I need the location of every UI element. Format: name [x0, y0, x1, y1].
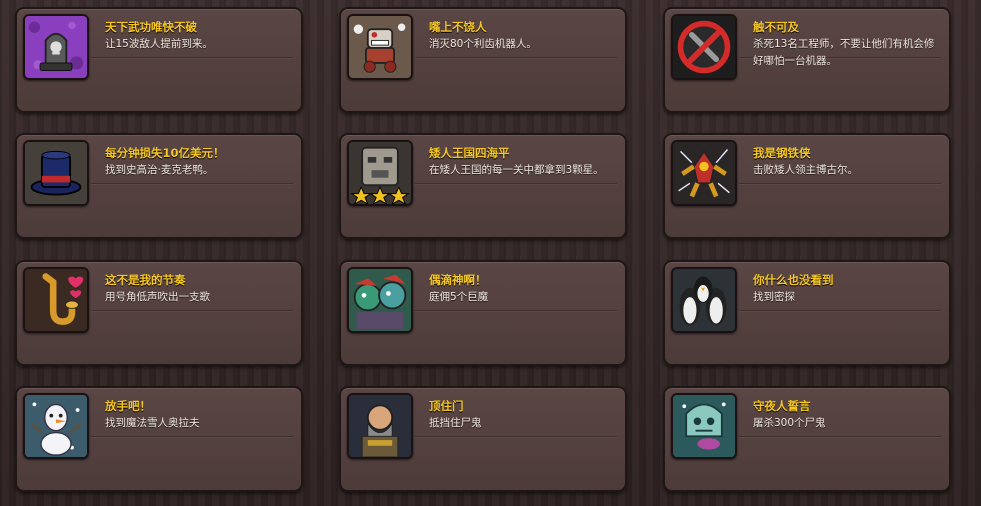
- achievement-card[interactable]: 我是钢铁侠 击败矮人领主博古尔。: [663, 133, 951, 239]
- achievement-card[interactable]: 天下武功唯快不破 让15波敌人提前到来。: [15, 7, 303, 113]
- achievement-title: 我是钢铁侠: [753, 146, 811, 160]
- no-wrench-icon: [671, 14, 737, 80]
- achievement-title: 嘴上不饶人: [429, 20, 487, 34]
- tombstone-icon: [23, 14, 89, 80]
- achievement-desc: 找到魔法雪人奥拉夫: [105, 417, 200, 429]
- achievement-card[interactable]: 顶住门 抵挡住尸鬼: [339, 386, 627, 492]
- achievement-card[interactable]: 你什么也没看到 找到密探: [663, 260, 951, 366]
- achievement-card[interactable]: 矮人王国四海平 在矮人王国的每一关中都拿到3颗星。: [339, 133, 627, 239]
- ghoul-icon: [671, 393, 737, 459]
- penguins-icon: [671, 267, 737, 333]
- stone-face-stars-icon: [347, 140, 413, 206]
- achievement-desc: 用号角低声吹出一支歌: [105, 291, 210, 303]
- achievement-title: 天下武功唯快不破: [105, 20, 197, 34]
- achievement-card[interactable]: 守夜人誓言 屠杀300个尸鬼: [663, 386, 951, 492]
- achievement-card[interactable]: 每分钟损失10亿美元！ 找到史高治·麦克老鸭。: [15, 133, 303, 239]
- achievement-title: 放手吧！: [105, 399, 151, 413]
- achievement-desc: 找到密探: [753, 291, 795, 303]
- achievement-title: 你什么也没看到: [753, 273, 834, 287]
- saxophone-icon: [23, 267, 89, 333]
- iron-mech-icon: [671, 140, 737, 206]
- snowman-icon: [23, 393, 89, 459]
- achievement-desc: 杀死13名工程师，不要让他们有机会修好哪怕一台机器。: [753, 38, 935, 67]
- achievement-title: 触不可及: [753, 20, 799, 34]
- achievement-title: 顶住门: [429, 399, 464, 413]
- achievement-desc: 在矮人王国的每一关中都拿到3颗星。: [429, 164, 604, 176]
- achievement-desc: 庭佣5个巨魔: [429, 291, 489, 303]
- achievement-title: 这不是我的节奏: [105, 273, 186, 287]
- achievement-title: 偶滴神啊！: [429, 273, 487, 287]
- achievement-card[interactable]: 触不可及 杀死13名工程师，不要让他们有机会修好哪怕一台机器。: [663, 7, 951, 113]
- top-hat-icon: [23, 140, 89, 206]
- achievement-title: 矮人王国四海平: [429, 146, 510, 160]
- achievement-desc: 击败矮人领主博古尔。: [753, 164, 858, 176]
- achievement-title: 守夜人誓言: [753, 399, 811, 413]
- dwarf-guard-icon: [347, 393, 413, 459]
- achievement-desc: 抵挡住尸鬼: [429, 417, 482, 429]
- achievement-desc: 找到史高治·麦克老鸭。: [105, 164, 214, 176]
- achievement-card[interactable]: 嘴上不饶人 消灭80个利齿机器人。: [339, 7, 627, 113]
- achievement-card[interactable]: 偶滴神啊！ 庭佣5个巨魔: [339, 260, 627, 366]
- achievement-grid: 天下武功唯快不破 让15波敌人提前到来。 嘴上不饶人 消灭80个利齿机器人。 触…: [0, 0, 981, 506]
- achievement-desc: 消灭80个利齿机器人。: [429, 38, 537, 50]
- achievement-card[interactable]: 这不是我的节奏 用号角低声吹出一支歌: [15, 260, 303, 366]
- robot-icon: [347, 14, 413, 80]
- trolls-icon: [347, 267, 413, 333]
- achievement-desc: 让15波敌人提前到来。: [105, 38, 213, 50]
- achievement-title: 每分钟损失10亿美元！: [105, 146, 225, 160]
- achievement-desc: 屠杀300个尸鬼: [753, 417, 826, 429]
- achievement-card[interactable]: 放手吧！ 找到魔法雪人奥拉夫: [15, 386, 303, 492]
